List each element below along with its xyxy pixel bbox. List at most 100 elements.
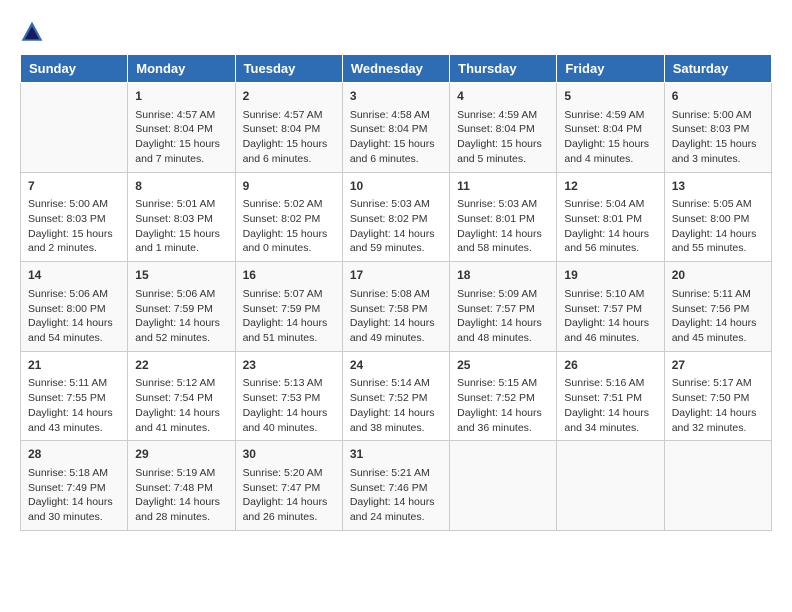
daylight-text: Daylight: 14 hours and 41 minutes. [135,407,220,434]
daylight-text: Daylight: 15 hours and 7 minutes. [135,138,220,165]
calendar-cell: 29Sunrise: 5:19 AMSunset: 7:48 PMDayligh… [128,441,235,531]
daylight-text: Daylight: 14 hours and 32 minutes. [672,407,757,434]
sunset-text: Sunset: 7:52 PM [350,392,428,404]
sunset-text: Sunset: 7:54 PM [135,392,213,404]
sunrise-text: Sunrise: 5:10 AM [564,288,644,300]
cell-info: Sunrise: 5:01 AMSunset: 8:03 PMDaylight:… [135,197,227,256]
calendar-cell [21,83,128,173]
calendar-cell: 17 Sunrise: 5:08 AMSunset: 7:58 PMDayligh… [342,262,449,352]
day-number: 23 [243,357,335,374]
day-number: 31 [350,446,442,463]
daylight-text: Daylight: 14 hours and 34 minutes. [564,407,649,434]
sunset-text: Sunset: 8:04 PM [457,123,535,135]
day-number: 2 [243,88,335,105]
sunset-text: Sunset: 7:49 PM [28,482,106,494]
sunset-text: Sunset: 7:52 PM [457,392,535,404]
daylight-text: Daylight: 14 hours and 45 minutes. [672,317,757,344]
sunset-text: Sunset: 8:04 PM [135,123,213,135]
daylight-text: Daylight: 14 hours and 24 minutes. [350,496,435,523]
calendar-cell: 25Sunrise: 5:15 AMSunset: 7:52 PMDayligh… [450,351,557,441]
sunset-text: Sunset: 8:04 PM [350,123,428,135]
cell-info: Sunrise: 5:16 AMSunset: 7:51 PMDaylight:… [564,376,656,435]
calendar-cell: 21 Sunrise: 5:11 AM Sunset: 7:55 PM Dayligh… [21,351,128,441]
calendar-table: SundayMondayTuesdayWednesdayThursdayFrid… [20,54,772,531]
day-number: 25 [457,357,549,374]
cell-info: Sunrise: 5:03 AMSunset: 8:02 PMDaylight:… [350,197,442,256]
sunset-text: Sunset: 8:04 PM [243,123,321,135]
cell-info: Sunrise: 5:04 AMSunset: 8:01 PMDaylight:… [564,197,656,256]
daylight-text: Daylight: 14 hours and 38 minutes. [350,407,435,434]
daylight-text: Daylight: 14 hours and 58 minutes. [457,228,542,255]
daylight-text: Daylight: 15 hours and 2 minutes. [28,228,113,255]
calendar-cell: 5Sunrise: 4:59 AMSunset: 8:04 PMDaylight… [557,83,664,173]
calendar-week-row: 1 Sunrise: 4:57 AM Sunset: 8:04 PM Daylight… [21,83,772,173]
calendar-cell: 11Sunrise: 5:03 AMSunset: 8:01 PMDayligh… [450,172,557,262]
cell-info: Sunrise: 5:02 AMSunset: 8:02 PMDaylight:… [243,197,335,256]
day-number: 21 [28,357,120,374]
weekday-header-tuesday: Tuesday [235,55,342,83]
cell-info: Sunrise: 5:08 AMSunset: 7:58 PMDaylight:… [350,287,442,346]
day-number: 22 [135,357,227,374]
calendar-cell: 26Sunrise: 5:16 AMSunset: 7:51 PMDayligh… [557,351,664,441]
sunrise-text: Sunrise: 4:58 AM [350,109,430,121]
day-number: 12 [564,178,656,195]
day-number: 10 [350,178,442,195]
day-number: 30 [243,446,335,463]
day-number: 14 [28,267,120,284]
sunrise-text: Sunrise: 5:00 AM [672,109,752,121]
sunrise-text: Sunrise: 4:57 AM [243,109,323,121]
cell-info: Sunrise: 5:14 AM Sunset: 7:52 PM Daylight:… [350,376,442,435]
weekday-header-monday: Monday [128,55,235,83]
day-number: 20 [672,267,764,284]
daylight-text: Daylight: 14 hours and 51 minutes. [243,317,328,344]
daylight-text: Daylight: 14 hours and 56 minutes. [564,228,649,255]
cell-info: Sunrise: 4:59 AMSunset: 8:04 PMDaylight:… [564,108,656,167]
sunrise-text: Sunrise: 5:12 AM [135,377,215,389]
weekday-header-friday: Friday [557,55,664,83]
calendar-cell: 2Sunrise: 4:57 AMSunset: 8:04 PMDaylight… [235,83,342,173]
calendar-cell [450,441,557,531]
sunset-text: Sunset: 7:47 PM [243,482,321,494]
sunset-text: Sunset: 7:55 PM [28,392,106,404]
daylight-text: Daylight: 15 hours and 0 minutes. [243,228,328,255]
daylight-text: Daylight: 14 hours and 26 minutes. [243,496,328,523]
sunrise-text: Sunrise: 5:14 AM [350,377,430,389]
sunset-text: Sunset: 7:56 PM [672,303,750,315]
sunrise-text: Sunrise: 4:59 AM [564,109,644,121]
sunrise-text: Sunrise: 5:11 AM [28,377,107,389]
sunrise-text: Sunrise: 5:06 AM [28,288,108,300]
sunset-text: Sunset: 8:03 PM [135,213,213,225]
sunrise-text: Sunrise: 5:19 AM [135,467,215,479]
sunset-text: Sunset: 8:01 PM [457,213,535,225]
calendar-cell: 14Sunrise: 5:06 AMSunset: 8:00 PMDayligh… [21,262,128,352]
daylight-text: Daylight: 14 hours and 28 minutes. [135,496,220,523]
calendar-cell: 13Sunrise: 5:05 AMSunset: 8:00 PMDayligh… [664,172,771,262]
calendar-cell: 3Sunrise: 4:58 AMSunset: 8:04 PMDaylight… [342,83,449,173]
calendar-cell: 20Sunrise: 5:11 AMSunset: 7:56 PMDayligh… [664,262,771,352]
daylight-text: Daylight: 14 hours and 30 minutes. [28,496,113,523]
cell-info: Sunrise: 5:07 AMSunset: 7:59 PMDaylight:… [243,287,335,346]
cell-info: Sunrise: 5:13 AMSunset: 7:53 PMDaylight:… [243,376,335,435]
day-number: 4 [457,88,549,105]
day-number: 27 [672,357,764,374]
sunrise-text: Sunrise: 5:17 AM [672,377,752,389]
sunset-text: Sunset: 7:53 PM [243,392,321,404]
sunset-text: Sunset: 7:51 PM [564,392,642,404]
cell-info: Sunrise: 5:18 AMSunset: 7:49 PMDaylight:… [28,466,120,525]
calendar-cell: 6Sunrise: 5:00 AMSunset: 8:03 PMDaylight… [664,83,771,173]
daylight-text: Daylight: 14 hours and 43 minutes. [28,407,113,434]
sunrise-text: Sunrise: 4:59 AM [457,109,537,121]
day-number: 11 [457,178,549,195]
sunrise-text: Sunrise: 4:57 AM [135,109,215,121]
calendar-cell: 8Sunrise: 5:01 AMSunset: 8:03 PMDaylight… [128,172,235,262]
logo-icon [20,20,44,44]
sunset-text: Sunset: 7:57 PM [457,303,535,315]
calendar-cell: 10 Sunrise: 5:03 AMSunset: 8:02 PMDayligh… [342,172,449,262]
sunset-text: Sunset: 8:02 PM [243,213,321,225]
sunset-text: Sunset: 7:59 PM [243,303,321,315]
day-number: 1 [135,88,227,105]
day-number: 17 [350,267,442,284]
sunrise-text: Sunrise: 5:00 AM [28,198,108,210]
calendar-cell: 9Sunrise: 5:02 AMSunset: 8:02 PMDaylight… [235,172,342,262]
daylight-text: Daylight: 14 hours and 36 minutes. [457,407,542,434]
